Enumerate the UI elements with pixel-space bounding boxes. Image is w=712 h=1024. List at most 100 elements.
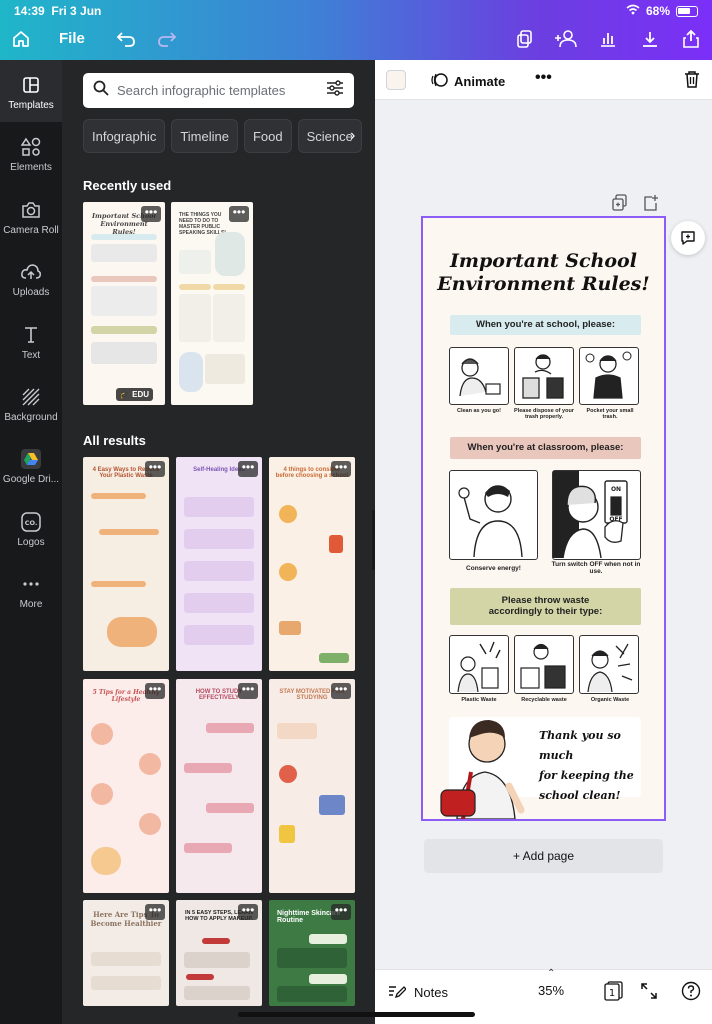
- banner-school[interactable]: When you're at school, please:: [450, 315, 641, 335]
- share-people-icon[interactable]: [554, 28, 578, 50]
- result-template[interactable]: HOW TO STUDY EFFECTIVELY •••: [176, 679, 262, 893]
- recent-template-public-speaking[interactable]: THE THINGS YOU NEED TO DO TO MASTER PUBL…: [171, 202, 253, 405]
- caption-plastic: Plastic Waste: [461, 697, 497, 703]
- add-page-icon[interactable]: [643, 194, 659, 217]
- template-illustration: [279, 765, 297, 783]
- template-more-button[interactable]: •••: [331, 904, 351, 920]
- result-template[interactable]: STAY MOTIVATED FOR STUDYING •••: [269, 679, 355, 893]
- template-more-button[interactable]: •••: [238, 461, 258, 477]
- conserve-energy-illustration[interactable]: [449, 470, 538, 560]
- page-title[interactable]: Important School Environment Rules!: [423, 250, 664, 296]
- add-page-button[interactable]: + Add page: [424, 839, 663, 873]
- search-bar[interactable]: Search infographic templates: [83, 73, 354, 108]
- result-template[interactable]: IN 5 EASY STEPS, LEARN HOW TO APPLY MAKE…: [176, 900, 262, 1006]
- home-indicator[interactable]: [238, 1012, 475, 1017]
- template-block: [277, 986, 347, 1002]
- rail-item-more[interactable]: More: [0, 573, 62, 610]
- template-bar: [99, 529, 159, 535]
- template-illustration: [279, 563, 297, 581]
- rail-item-uploads[interactable]: Uploads: [0, 261, 62, 298]
- page-count-icon[interactable]: 1: [604, 981, 624, 1006]
- template-more-button[interactable]: •••: [331, 683, 351, 699]
- recyclable-waste-illustration[interactable]: [514, 635, 574, 694]
- result-template[interactable]: 4 things to consider before choosing a s…: [269, 457, 355, 671]
- template-more-button[interactable]: •••: [238, 683, 258, 699]
- rail-item-camera-roll[interactable]: Camera Roll: [0, 199, 62, 236]
- template-more-button[interactable]: •••: [145, 461, 165, 477]
- fullscreen-icon[interactable]: [640, 982, 658, 1005]
- organic-waste-illustration[interactable]: [579, 635, 639, 694]
- home-icon[interactable]: [9, 28, 33, 50]
- background-color-swatch[interactable]: [386, 70, 406, 90]
- result-template[interactable]: Here Are Tips To Become Healthier •••: [83, 900, 169, 1006]
- template-more-button[interactable]: •••: [145, 683, 165, 699]
- chip-infographic[interactable]: Infographic: [83, 119, 166, 153]
- chip-timeline[interactable]: Timeline: [171, 119, 238, 153]
- rail-item-background[interactable]: Background: [0, 386, 62, 423]
- banner-waste-line-2: accordingly to their type:: [488, 606, 603, 617]
- template-block: [184, 593, 254, 613]
- template-illustration: [279, 621, 301, 635]
- duplicate-pages-icon[interactable]: [513, 28, 537, 50]
- notes-button[interactable]: Notes: [388, 983, 448, 1002]
- rail-label: Text: [21, 350, 41, 361]
- template-more-button[interactable]: •••: [229, 206, 249, 222]
- help-icon[interactable]: [681, 981, 701, 1006]
- add-comment-icon[interactable]: [671, 221, 705, 255]
- template-illustration: [179, 352, 203, 392]
- template-illustration: [319, 795, 345, 815]
- undo-icon[interactable]: [114, 28, 138, 50]
- switch-on-label: ON: [611, 486, 621, 493]
- edu-badge-label: EDU: [132, 390, 149, 399]
- chip-food[interactable]: Food: [243, 119, 292, 153]
- template-bar: [206, 723, 254, 733]
- design-page[interactable]: Important School Environment Rules! When…: [421, 216, 666, 821]
- trash-icon[interactable]: [684, 70, 700, 93]
- insights-icon[interactable]: [596, 28, 620, 50]
- result-template[interactable]: 5 Tips for a Healthy Lifestyle •••: [83, 679, 169, 893]
- redo-icon[interactable]: [155, 28, 179, 50]
- templates-icon: [0, 74, 62, 96]
- chevron-right-icon[interactable]: ›: [350, 127, 355, 145]
- template-more-button[interactable]: •••: [141, 206, 161, 222]
- rail-item-logos[interactable]: CO. Logos: [0, 511, 62, 548]
- file-menu-button[interactable]: File: [59, 30, 85, 47]
- result-template[interactable]: Nighttime Skincare Routine •••: [269, 900, 355, 1006]
- result-template[interactable]: Self-Healing Ideas •••: [176, 457, 262, 671]
- recent-template-school-rules[interactable]: Important School Environment Rules! ••• …: [83, 202, 165, 405]
- caption-conserve: Conserve energy!: [466, 565, 521, 572]
- download-icon[interactable]: [638, 28, 662, 50]
- animate-button[interactable]: Animate: [430, 71, 505, 92]
- pocket-trash-illustration[interactable]: [579, 347, 639, 405]
- plastic-waste-illustration[interactable]: [449, 635, 509, 694]
- more-options-icon[interactable]: •••: [535, 69, 552, 87]
- template-bar: [91, 234, 157, 240]
- thank-you-message[interactable]: Thank you so much for keeping the school…: [539, 726, 649, 806]
- template-more-button[interactable]: •••: [145, 904, 165, 920]
- template-illustration: [319, 653, 349, 663]
- copy-page-icon[interactable]: [612, 194, 628, 217]
- banner-classroom[interactable]: When you're at classroom, please:: [450, 437, 641, 459]
- banner-waste[interactable]: Please throw waste accordingly to their …: [450, 588, 641, 625]
- dispose-trash-illustration[interactable]: [514, 347, 574, 405]
- recently-used-heading: Recently used: [83, 178, 172, 193]
- share-upload-icon[interactable]: [679, 28, 703, 50]
- rail-item-google-drive[interactable]: Google Dri...: [0, 448, 62, 485]
- clean-as-you-go-illustration[interactable]: [449, 347, 509, 405]
- turn-switch-off-illustration[interactable]: ON OFF: [552, 470, 641, 560]
- rail-label: Camera Roll: [3, 225, 59, 236]
- template-illustration: [91, 723, 113, 745]
- zoom-level[interactable]: 35%: [538, 983, 564, 998]
- rail-item-text[interactable]: Text: [0, 324, 62, 361]
- template-illustration: [91, 847, 121, 875]
- chevron-up-icon[interactable]: ⌃: [547, 968, 555, 979]
- template-more-button[interactable]: •••: [238, 904, 258, 920]
- result-template[interactable]: 4 Easy Ways to Reduce Your Plastic Waste…: [83, 457, 169, 671]
- rail-item-templates[interactable]: Templates: [0, 60, 62, 122]
- background-icon: [0, 386, 62, 408]
- template-more-button[interactable]: •••: [331, 461, 351, 477]
- search-input[interactable]: Search infographic templates: [117, 83, 326, 98]
- filter-icon[interactable]: [326, 80, 344, 101]
- student-illustration[interactable]: [435, 706, 535, 820]
- rail-item-elements[interactable]: Elements: [0, 136, 62, 173]
